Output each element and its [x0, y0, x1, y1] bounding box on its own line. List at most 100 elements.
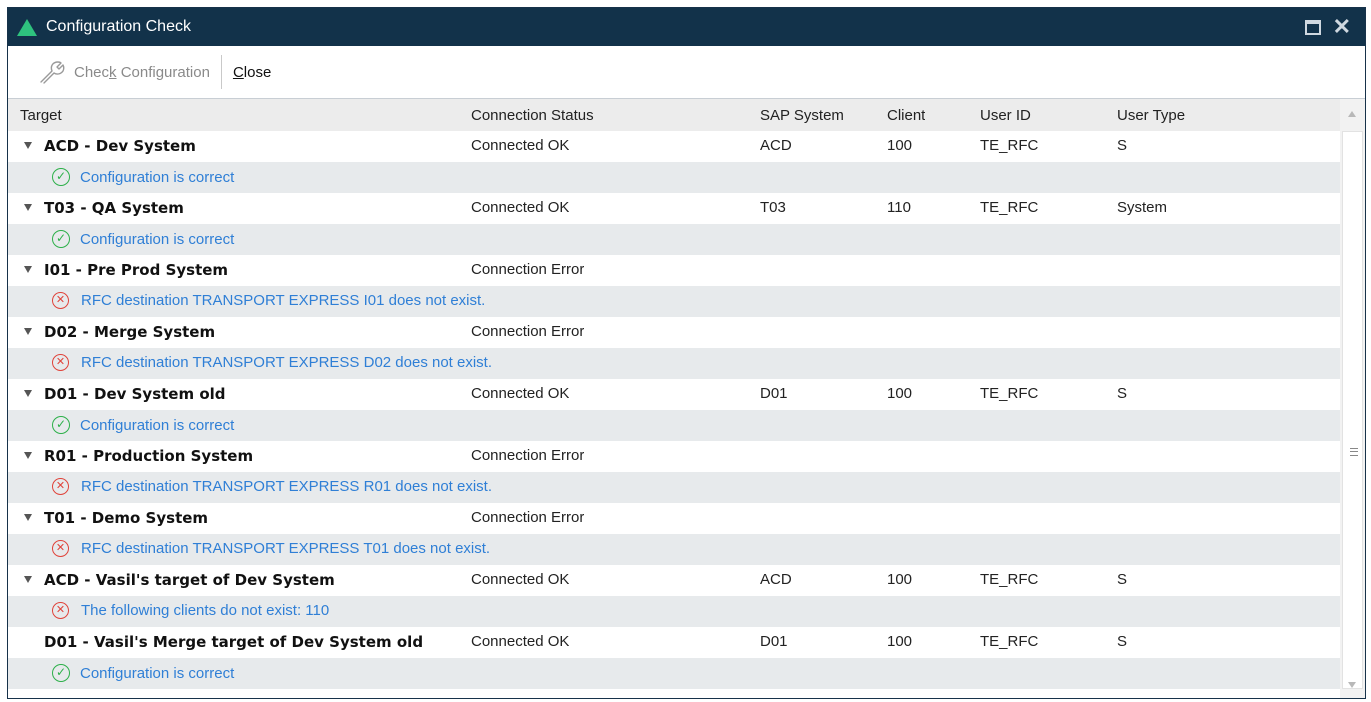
column-header-target[interactable]: Target: [20, 107, 466, 124]
target-row[interactable]: T01 - Demo System Connection Error: [8, 503, 1340, 534]
user-id: TE_RFC: [980, 137, 1039, 154]
client: 110: [887, 199, 911, 216]
toolbar-separator: [220, 55, 222, 89]
label-mnemonic: C: [232, 63, 244, 81]
result-row[interactable]: ✕ RFC destination TRANSPORT EXPRESS R01 d…: [8, 472, 1340, 503]
collapse-triangle-icon[interactable]: [24, 204, 32, 211]
connection-status: Connected OK: [471, 199, 570, 216]
user-type: S: [1117, 137, 1128, 154]
target-row[interactable]: ACD - Vasil's target of Dev System Connec…: [8, 565, 1340, 596]
sap-system: D01: [760, 633, 788, 650]
user-type: S: [1117, 571, 1128, 588]
maximize-icon[interactable]: [1304, 19, 1321, 35]
user-id: TE_RFC: [980, 571, 1039, 588]
target-row[interactable]: D01 - Dev System old Connected OK D01 100 TE…: [8, 379, 1340, 410]
window-title: Configuration Check: [46, 18, 191, 35]
check-circle-icon: ✓: [52, 168, 70, 186]
result-row[interactable]: ✕ RFC destination TRANSPORT EXPRESS D02 d…: [8, 348, 1340, 379]
result-row[interactable]: ✕ RFC destination TRANSPORT EXPRESS T01 d…: [8, 534, 1340, 565]
user-id: TE_RFC: [980, 633, 1039, 650]
target-name: T01 - Demo System: [44, 509, 209, 527]
target-row[interactable]: T03 - QA System Connected OK T03 110 TE_RFC S…: [8, 193, 1340, 224]
target-name: T03 - QA System: [44, 199, 184, 217]
connection-status: Connected OK: [471, 137, 570, 154]
column-header-status[interactable]: Connection Status: [471, 107, 594, 124]
collapse-triangle-icon[interactable]: [24, 390, 32, 397]
configuration-check-window: Configuration Check ✕ Check Configuratio…: [7, 7, 1366, 699]
scroll-down-arrow-icon[interactable]: [1348, 682, 1356, 688]
grid-header: Target Connection Status SAP System Clie…: [8, 99, 1365, 131]
target-name: ACD - Dev System: [44, 137, 196, 155]
result-row[interactable]: ✕ The following clients do not exist: 110: [8, 596, 1340, 627]
scroll-up-arrow-icon[interactable]: [1348, 111, 1356, 117]
target-name: I01 - Pre Prod System: [44, 261, 229, 279]
title-bar: Configuration Check ✕: [8, 8, 1365, 46]
app-logo-icon: [17, 18, 37, 36]
result-message: ✕ RFC destination TRANSPORT EXPRESS R01 d…: [52, 478, 492, 495]
result-message: ✕ RFC destination TRANSPORT EXPRESS I01 d…: [52, 292, 485, 309]
target-row[interactable]: R01 - Production System Connection Error: [8, 441, 1340, 472]
column-header-user-id[interactable]: User ID: [980, 107, 1031, 124]
target-row[interactable]: D02 - Merge System Connection Error: [8, 317, 1340, 348]
x-circle-icon: ✕: [52, 602, 69, 619]
column-header-user-type[interactable]: User Type: [1117, 107, 1185, 124]
target-name: D01 - Vasil's Merge target of Dev System…: [44, 633, 424, 651]
check-circle-icon: ✓: [52, 664, 70, 682]
user-id: TE_RFC: [980, 385, 1039, 402]
user-type: S: [1117, 633, 1128, 650]
result-text: The following clients do not exist: 110: [81, 602, 330, 619]
client: 100: [887, 571, 913, 588]
result-message: ✕ The following clients do not exist: 110: [52, 602, 329, 619]
result-text: Configuration is correct: [80, 168, 235, 186]
x-circle-icon: ✕: [52, 478, 69, 495]
close-window-icon[interactable]: ✕: [1333, 16, 1351, 38]
result-message: ✓ Configuration is correct: [52, 416, 234, 434]
result-message: ✕ RFC destination TRANSPORT EXPRESS T01 d…: [52, 540, 490, 557]
x-circle-icon: ✕: [52, 354, 69, 371]
wrench-icon: [40, 61, 65, 84]
scrollbar-thumb[interactable]: [1342, 131, 1363, 689]
target-row[interactable]: I01 - Pre Prod System Connection Error: [8, 255, 1340, 286]
label-part: lose: [243, 63, 272, 81]
connection-status: Connected OK: [471, 385, 570, 402]
user-type: System: [1117, 199, 1168, 216]
result-text: RFC destination TRANSPORT EXPRESS R01 do…: [81, 478, 493, 495]
target-row[interactable]: D01 - Vasil's Merge target of Dev System…: [8, 627, 1340, 658]
close-button[interactable]: Close: [227, 54, 277, 90]
collapse-triangle-icon[interactable]: [24, 142, 32, 149]
result-row[interactable]: ✕ RFC destination TRANSPORT EXPRESS I01 d…: [8, 286, 1340, 317]
collapse-triangle-icon[interactable]: [24, 328, 32, 335]
result-message: ✓ Configuration is correct: [52, 168, 234, 186]
grid-rows: ACD - Dev System Connected OK ACD 100 TE_RFC…: [8, 131, 1340, 698]
target-name: D01 - Dev System old: [44, 385, 226, 403]
target-row[interactable]: ACD - Dev System Connected OK ACD 100 TE_RFC…: [8, 131, 1340, 162]
x-circle-icon: ✕: [52, 540, 69, 557]
check-configuration-button[interactable]: Check Configuration: [32, 54, 216, 90]
connection-status: Connection Error: [471, 447, 585, 464]
column-header-client[interactable]: Client: [887, 107, 925, 124]
collapse-triangle-icon[interactable]: [24, 266, 32, 273]
target-name: R01 - Production System: [44, 447, 254, 465]
vertical-scrollbar[interactable]: [1340, 99, 1365, 698]
result-row[interactable]: ✓ Configuration is correct: [8, 224, 1340, 255]
results-grid: Target Connection Status SAP System Clie…: [8, 99, 1365, 698]
result-text: RFC destination TRANSPORT EXPRESS I01 do…: [81, 292, 486, 309]
label-part: Configuration: [116, 63, 210, 81]
result-text: RFC destination TRANSPORT EXPRESS D02 do…: [81, 354, 493, 371]
client: 100: [887, 385, 913, 402]
grip-icon: [1350, 448, 1358, 456]
collapse-triangle-icon[interactable]: [24, 452, 32, 459]
result-row[interactable]: ✓ Configuration is correct: [8, 162, 1340, 193]
label-mnemonic: k: [109, 63, 117, 81]
collapse-triangle-icon[interactable]: [24, 514, 32, 521]
result-text: RFC destination TRANSPORT EXPRESS T01 do…: [81, 540, 491, 557]
result-message: ✕ RFC destination TRANSPORT EXPRESS D02 d…: [52, 354, 492, 371]
collapse-triangle-icon[interactable]: [24, 576, 32, 583]
column-header-sap-system[interactable]: SAP System: [760, 107, 844, 124]
result-text: Configuration is correct: [80, 416, 235, 434]
target-name: D02 - Merge System: [44, 323, 216, 341]
result-text: Configuration is correct: [80, 230, 235, 248]
result-row[interactable]: ✓ Configuration is correct: [8, 658, 1340, 689]
result-text: Configuration is correct: [80, 664, 235, 682]
result-row[interactable]: ✓ Configuration is correct: [8, 410, 1340, 441]
